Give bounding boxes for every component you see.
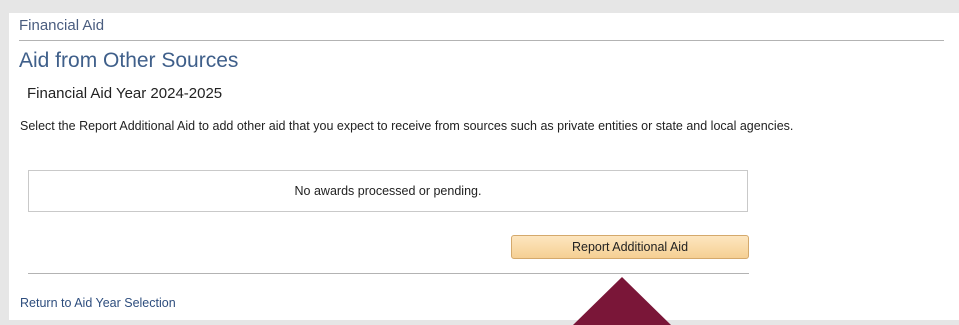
section-divider (28, 273, 749, 274)
instructions-text: Select the Report Additional Aid to add … (20, 119, 794, 133)
content-panel: Financial Aid Aid from Other Sources Fin… (9, 13, 959, 320)
page-title: Aid from Other Sources (19, 49, 239, 72)
breadcrumb[interactable]: Financial Aid (19, 17, 104, 34)
report-additional-aid-button[interactable]: Report Additional Aid (511, 235, 749, 259)
breadcrumb-divider (19, 40, 944, 41)
pointer-arrow-icon (573, 277, 671, 325)
aid-year-label: Financial Aid Year 2024-2025 (27, 85, 223, 102)
return-to-aid-year-link[interactable]: Return to Aid Year Selection (20, 296, 176, 310)
awards-grid: No awards processed or pending. (28, 170, 748, 212)
awards-empty-message: No awards processed or pending. (294, 184, 482, 198)
